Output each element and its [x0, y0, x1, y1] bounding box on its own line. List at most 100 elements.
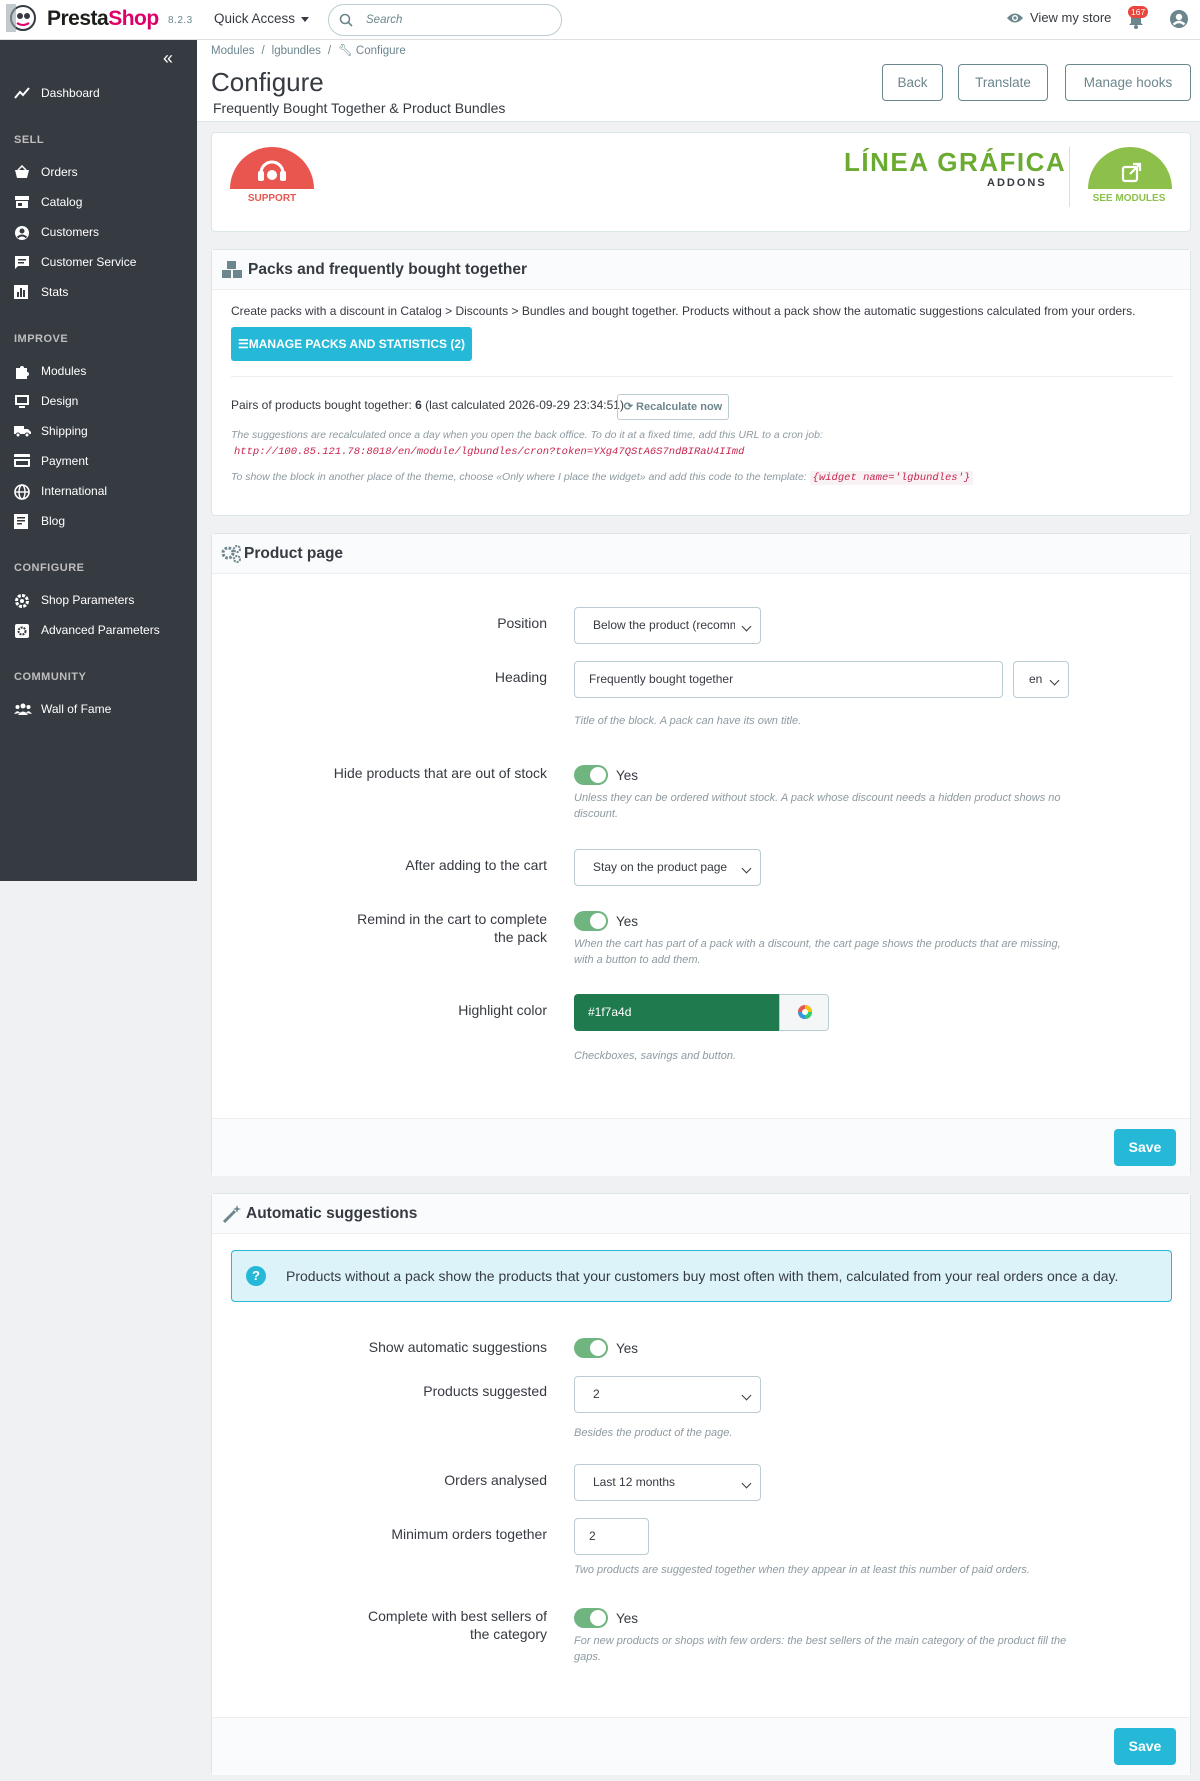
- product-page-card-header: Product page: [212, 534, 1190, 574]
- sidebar-section-configure: CONFIGURE: [14, 562, 85, 574]
- back-button[interactable]: Back: [882, 64, 943, 101]
- wrench-icon: 🔧︎: [338, 45, 353, 57]
- page-subtitle: Frequently Bought Together & Product Bun…: [213, 100, 506, 116]
- store-icon: [15, 196, 29, 208]
- after-add-select[interactable]: Stay on the product page: [574, 849, 761, 886]
- recalculate-button[interactable]: ⟳ Recalculate now: [617, 394, 729, 420]
- best-sellers-help: For new products or shops with few order…: [574, 1635, 1067, 1663]
- settings-icon: [15, 594, 29, 608]
- hide-out-of-stock-label: Hide products that are out of stock: [333, 765, 547, 781]
- products-suggested-select[interactable]: 2: [574, 1376, 761, 1413]
- sidebar-item-design[interactable]: Design: [14, 391, 78, 411]
- breadcrumb-lgbundles[interactable]: lgbundles: [272, 45, 321, 57]
- best-sellers-toggle[interactable]: [574, 1608, 608, 1628]
- sidebar-item-wall-of-fame[interactable]: Wall of Fame: [14, 699, 111, 719]
- auto-suggestions-card-header: Automatic suggestions: [212, 1194, 1190, 1234]
- chat-icon: [15, 256, 29, 269]
- version-label: 8.2.3: [168, 15, 193, 26]
- see-modules-button[interactable]: [1088, 147, 1172, 189]
- auto-suggestions-card-title: Automatic suggestions: [246, 1205, 418, 1222]
- account-circle-icon: [15, 226, 29, 240]
- account-icon[interactable]: [1169, 9, 1189, 29]
- hide-out-of-stock-toggle[interactable]: [574, 765, 608, 785]
- basket-icon: [15, 165, 29, 178]
- show-suggestions-value: Yes: [616, 1341, 639, 1356]
- quick-access-dropdown[interactable]: Quick Access: [214, 11, 309, 26]
- sidebar-item-modules[interactable]: Modules: [14, 361, 86, 381]
- heading-language-select[interactable]: en: [1013, 661, 1069, 698]
- cogs-icon: [221, 545, 241, 563]
- auto-suggestions-card-footer: Save: [212, 1717, 1190, 1775]
- show-suggestions-toggle[interactable]: [574, 1338, 608, 1358]
- packs-card-title: Packs and frequently bought together: [248, 261, 528, 278]
- orders-analysed-select[interactable]: Last 12 months: [574, 1464, 761, 1501]
- product-page-card-title: Product page: [244, 545, 344, 562]
- remind-value: Yes: [616, 914, 639, 929]
- sidebar-item-orders[interactable]: Orders: [14, 162, 78, 182]
- view-store-label: View my store: [1030, 10, 1112, 25]
- sidebar-item-customer-service[interactable]: Customer Service: [14, 252, 136, 272]
- sidebar-item-blog[interactable]: Blog: [14, 511, 65, 531]
- products-suggested-label: Products suggested: [423, 1383, 547, 1399]
- save-button[interactable]: Save: [1114, 1728, 1176, 1765]
- collapse-sidebar-icon[interactable]: «: [163, 48, 173, 69]
- hide-out-of-stock-help: Unless they can be ordered without stock…: [574, 792, 1061, 820]
- search-input[interactable]: Search: [328, 4, 562, 36]
- sidebar-section-improve: IMPROVE: [14, 333, 69, 345]
- page-header: Modules / lgbundles / 🔧︎ Configure Configure…: [197, 40, 1200, 122]
- see-modules-label[interactable]: SEE MODULES: [1074, 193, 1184, 204]
- sidebar-item-stats[interactable]: Stats: [14, 282, 68, 302]
- minimum-orders-help: Two products are suggested together when…: [574, 1564, 1030, 1576]
- sidebar-item-shop-parameters[interactable]: Shop Parameters: [14, 590, 134, 610]
- advanced-settings-icon: [15, 624, 29, 638]
- info-alert: ? Products without a pack show the produ…: [231, 1250, 1172, 1302]
- sidebar-item-advanced-parameters[interactable]: Advanced Parameters: [14, 620, 160, 640]
- support-button[interactable]: [230, 147, 314, 189]
- sidebar-item-international[interactable]: International: [14, 481, 107, 501]
- cron-url: http://100.85.121.78:8018/en/module/lgbu…: [234, 446, 745, 458]
- eye-icon: [1007, 13, 1023, 23]
- prestashop-logo-icon[interactable]: [6, 4, 40, 32]
- remind-label: Remind in the cart to complete the pack: [357, 911, 547, 945]
- sidebar-item-customers[interactable]: Customers: [14, 222, 99, 242]
- manage-packs-button[interactable]: ☰MANAGE PACKS AND STATISTICS (2): [231, 327, 472, 361]
- auto-suggestions-card: Automatic suggestions ? Products without…: [211, 1193, 1191, 1775]
- highlight-color-label: Highlight color: [458, 1002, 547, 1018]
- sidebar-section-sell: SELL: [14, 134, 45, 146]
- question-icon: ?: [246, 1266, 266, 1286]
- support-label[interactable]: SUPPORT: [230, 193, 314, 204]
- remind-toggle[interactable]: [574, 911, 608, 931]
- product-page-card: Product page Position Below the product …: [211, 533, 1191, 1176]
- packs-card-header: Packs and frequently bought together: [212, 250, 1190, 290]
- page-title: Configure: [211, 67, 324, 97]
- highlight-color-input[interactable]: #1f7a4d: [574, 994, 779, 1031]
- minimum-orders-input[interactable]: 2: [574, 1518, 649, 1555]
- show-suggestions-label: Show automatic suggestions: [368, 1339, 547, 1355]
- position-select[interactable]: Below the product (recommended): [574, 607, 761, 644]
- refresh-icon: ⟳: [623, 401, 633, 413]
- manage-hooks-button[interactable]: Manage hooks: [1065, 64, 1191, 101]
- brand-name[interactable]: PrestaShop: [47, 7, 159, 31]
- breadcrumb-configure: Configure: [355, 45, 406, 57]
- blog-icon: [14, 514, 28, 529]
- minimum-orders-label: Minimum orders together: [391, 1526, 547, 1542]
- breadcrumb-modules[interactable]: Modules: [211, 45, 254, 57]
- sidebar-item-catalog[interactable]: Catalog: [14, 192, 82, 212]
- product-page-card-footer: Save: [212, 1118, 1190, 1176]
- view-store-link[interactable]: View my store: [1006, 10, 1111, 25]
- translate-button[interactable]: Translate: [958, 64, 1048, 101]
- heading-input[interactable]: Frequently bought together: [574, 661, 1003, 698]
- desktop-icon: [15, 395, 29, 408]
- magic-wand-icon: [222, 1205, 241, 1224]
- remind-help: When the cart has part of a pack with a …: [574, 938, 1061, 966]
- widget-help: To show the block in another place of th…: [231, 471, 974, 485]
- trending-up-icon: [14, 87, 30, 99]
- people-icon: [14, 703, 32, 715]
- best-sellers-label: Complete with best sellers of the catego…: [368, 1608, 547, 1642]
- save-button[interactable]: Save: [1114, 1129, 1176, 1166]
- sidebar-item-payment[interactable]: Payment: [14, 451, 88, 471]
- sidebar-item-dashboard[interactable]: Dashboard: [14, 83, 100, 103]
- packs-intro: Create packs with a discount in Catalog …: [231, 304, 1136, 318]
- sidebar-item-shipping[interactable]: Shipping: [14, 421, 88, 441]
- color-picker-button[interactable]: [779, 994, 829, 1031]
